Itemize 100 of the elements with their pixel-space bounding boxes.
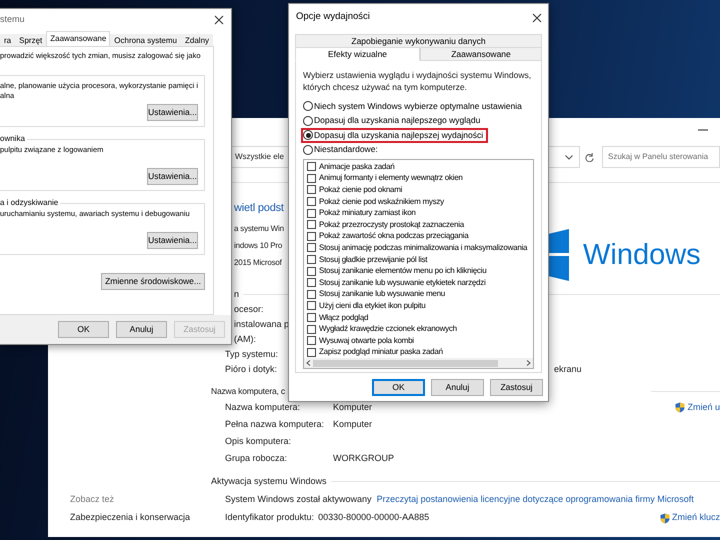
tab[interactable]: Ochrona systemu [110, 34, 181, 46]
description-text: Wybierz ustawienia wyglądu i wydajności systemu Windows, których chcesz używać na tym komputerze. [303, 69, 532, 93]
system-label: Typ systemu: [225, 348, 278, 361]
effect-label: Pokaż miniatury zamiast ikon [319, 208, 416, 218]
checkbox[interactable] [307, 266, 316, 276]
edition-text: 2015 Microsof [234, 257, 282, 269]
group-legend: a i odzyskiwanie [0, 198, 60, 208]
checkbox[interactable] [307, 348, 316, 357]
dialog-button[interactable]: Anuluj [116, 321, 167, 338]
shield-icon [675, 402, 686, 413]
close-icon[interactable] [214, 15, 224, 25]
radio-option[interactable]: Dopasuj dla uzyskania najlepszej wydajności [301, 128, 488, 143]
field-value: 00330-80000-00000-AA885 [318, 511, 430, 524]
field-value: Komputer [333, 418, 372, 431]
window-title: stemu [0, 13, 25, 26]
effect-label: Pokaż zawartość okna podczas przeciągania [319, 231, 468, 242]
radio-button[interactable] [303, 116, 313, 126]
checkbox[interactable] [307, 208, 316, 218]
effect-label: Włącz podgląd [319, 312, 368, 323]
see-also-link[interactable]: Zabezpieczenia i konserwacja [70, 508, 211, 526]
activation-status: System Windows został aktywowany [225, 493, 372, 506]
group-legend: ownika [0, 134, 27, 144]
settings-button[interactable]: Ustawienia... [147, 104, 198, 121]
settings-button[interactable]: Ustawienia... [147, 232, 198, 249]
section-heading: n [234, 288, 240, 301]
field-label: Opis komputera: [225, 434, 292, 448]
checkbox[interactable] [307, 162, 316, 172]
effect-label: Animacje paska zadań [319, 162, 394, 172]
scroll-right-icon[interactable] [526, 360, 531, 366]
windows-logo-icon [548, 229, 569, 281]
change-settings-link[interactable]: Zmień u [687, 400, 720, 414]
edition-text: indows 10 Pro [234, 240, 282, 252]
section-heading: Nazwa komputera, c [211, 385, 285, 398]
effect-label: Pokaż cienie pod wskaźnikiem myszy [319, 196, 444, 207]
effect-label: Stosuj zanikanie lub wysuwanie menu [319, 289, 445, 300]
effect-label: Stosuj zanikanie lub wysuwanie etykietek narzędzi [319, 278, 486, 288]
checkbox[interactable] [307, 174, 316, 183]
effect-label: Wysuwaj otwarte pola kombi [319, 336, 414, 346]
effect-label: Zapisz podgląd miniatur paska zadań [319, 347, 443, 358]
field-label: Grupa robocza: [225, 452, 288, 465]
radio-button[interactable] [303, 130, 313, 140]
chevron-down-icon[interactable] [565, 154, 573, 160]
dialog-button[interactable]: Zastosuj [490, 378, 543, 396]
system-value: ekranu [554, 362, 582, 376]
checkbox[interactable] [307, 232, 316, 241]
checkbox[interactable] [307, 197, 316, 206]
refresh-icon[interactable] [585, 152, 594, 162]
checkbox[interactable] [307, 313, 316, 322]
dialog-button[interactable]: Anuluj [431, 378, 484, 396]
effect-label: Pokaż przezroczysty prostokąt zaznaczenia [319, 220, 464, 230]
tab[interactable]: ra [0, 34, 16, 46]
tab[interactable]: Sprzęt [15, 34, 46, 46]
field-label: Nazwa komputera: [225, 400, 302, 414]
field-label: Identyfikator produktu: [225, 511, 314, 524]
tab[interactable]: Efekty wizualne [295, 47, 420, 61]
field-label: Pełna nazwa komputera: [225, 418, 326, 431]
tab[interactable]: Zaawansowane [46, 31, 110, 46]
scroll-left-icon[interactable] [306, 360, 311, 366]
checkbox[interactable] [307, 278, 316, 288]
checkbox[interactable] [307, 220, 316, 230]
checkbox[interactable] [307, 243, 316, 252]
see-also-heading: Zobacz też [70, 493, 116, 506]
tab[interactable]: Zdalny [181, 34, 214, 46]
page-heading: wietl podst [234, 201, 284, 216]
radio-option[interactable]: Niech system Windows wybierze optymalne ustawienia [301, 98, 527, 114]
effect-label: Animuj formanty i elementy wewnątrz okien [319, 173, 463, 184]
license-link[interactable]: Przeczytaj postanowienia licencyjne dotyczące oprogramowania firmy Microsoft [376, 493, 694, 507]
horizontal-scrollbar[interactable] [304, 358, 533, 368]
radio-button[interactable] [303, 101, 313, 112]
radio-button[interactable] [303, 144, 313, 155]
dialog-button[interactable]: OK [58, 321, 109, 338]
change-key-link[interactable]: Zmień klucz [672, 511, 720, 525]
effect-label: Stosuj gładkie przewijanie pól list [319, 254, 428, 265]
system-label: ocesor: [234, 303, 264, 316]
effect-label: Pokaż cienie pod oknami [319, 184, 402, 195]
system-label: (AM): [234, 333, 256, 346]
search-field[interactable]: Szukaj w Panelu sterowania [602, 146, 720, 168]
tab[interactable]: Zaawansowane [420, 47, 542, 61]
field-value: Komputer [333, 400, 372, 414]
checkbox[interactable] [307, 324, 316, 334]
checkbox[interactable] [307, 336, 316, 346]
shield-icon [660, 512, 670, 524]
radio-option[interactable]: Niestandardowe: [301, 142, 383, 158]
checkbox[interactable] [307, 301, 316, 310]
close-icon[interactable] [532, 12, 542, 22]
effect-label: Użyj cieni dla etykiet ikon pulpitu [319, 300, 426, 311]
environment-variables-button[interactable]: Zmienne środowiskowe... [101, 273, 205, 290]
tab[interactable]: Zapobieganie wykonywaniu danych [295, 34, 542, 47]
radio-option[interactable]: Dopasuj dla uzyskania najlepszego wyglądu [301, 113, 486, 128]
effect-label: Stosuj animację podczas minimalizowania i maksymalizowania [319, 242, 528, 253]
section-heading: Aktywacja systemu Windows [211, 474, 327, 488]
minimize-icon[interactable] [698, 129, 708, 131]
settings-button[interactable]: Ustawienia... [147, 168, 198, 185]
dialog-button[interactable]: OK [372, 378, 425, 396]
windows-logo-text: Windows [583, 238, 701, 273]
checkbox[interactable] [307, 185, 316, 194]
checkbox[interactable] [307, 290, 316, 299]
checkbox[interactable] [307, 255, 316, 264]
edition-text: a systemu Win [234, 223, 284, 235]
field-value: WORKGROUP [333, 452, 394, 465]
